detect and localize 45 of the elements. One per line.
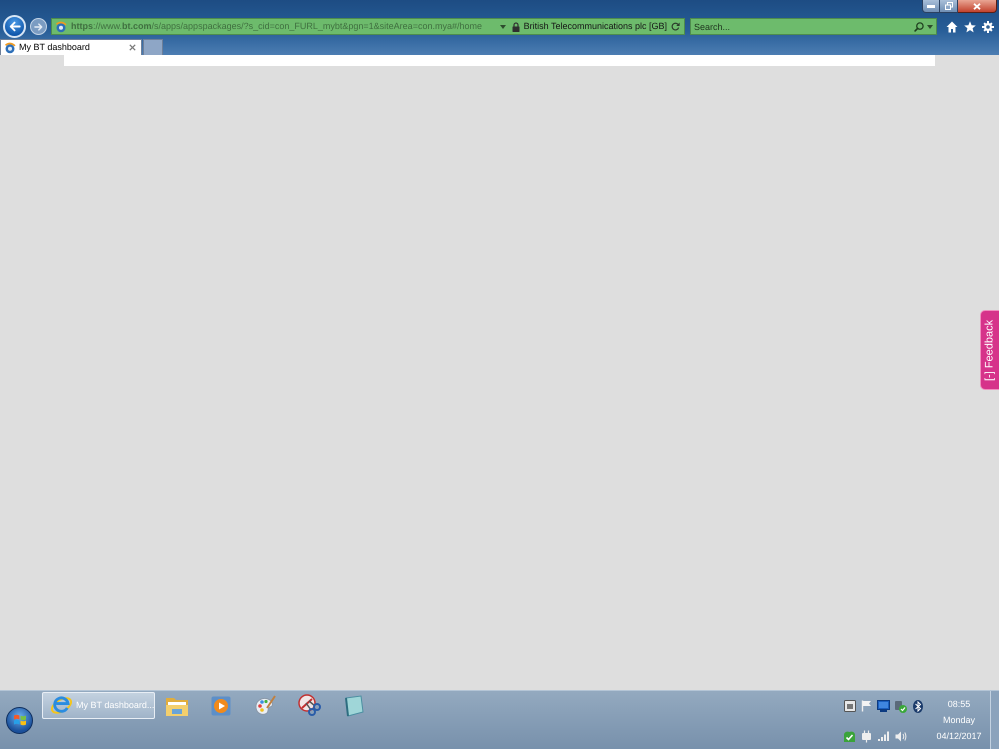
close-icon [973, 2, 981, 10]
clock-day[interactable]: Monday [942, 712, 976, 728]
speaker-icon[interactable] [894, 730, 906, 742]
flag-icon [12, 713, 26, 727]
scissors-icon[interactable] [297, 694, 321, 718]
minimize-button[interactable] [922, 0, 940, 13]
caret-down-icon[interactable] [927, 24, 933, 28]
arrow-left-icon [8, 21, 20, 32]
site-identity-text[interactable]: British Telecommunications plc [GB] [524, 22, 667, 31]
search-field[interactable]: Search... [690, 18, 937, 35]
start-button[interactable] [6, 706, 33, 734]
lock-icon [512, 22, 520, 32]
signal-bars-icon[interactable] [878, 731, 890, 741]
arrow-right-icon [34, 22, 43, 30]
check-icon[interactable] [843, 730, 856, 742]
restore-button[interactable] [940, 0, 958, 13]
globe-icon [4, 42, 16, 54]
monitor-icon[interactable] [877, 700, 890, 712]
search-icon[interactable] [914, 22, 924, 32]
folder-icon[interactable] [165, 695, 189, 717]
settings-icon[interactable] [982, 20, 994, 32]
forward-button[interactable] [30, 18, 47, 35]
refresh-icon[interactable] [671, 22, 680, 31]
url-text: https://www.bt.com/s/apps/appspackages/?s_cid=con_FURL_mybt&pgn=1&siteArea=con.mya#/home [71, 22, 483, 31]
bluetooth-icon[interactable] [912, 700, 922, 712]
feedback-tab[interactable]: [-] Feedback [980, 310, 999, 390]
star-icon[interactable] [964, 20, 976, 32]
browser-tab[interactable]: My BT dashboard [0, 39, 142, 55]
notepad-icon[interactable] [342, 695, 364, 717]
close-tab-icon[interactable] [129, 44, 136, 51]
caret-down-icon[interactable] [500, 24, 506, 28]
play-icon[interactable] [211, 696, 231, 716]
address-bar[interactable]: https://www.bt.com/s/apps/appspackages/?s_cid=con_FURL_mybt&pgn=1&siteArea=con.mya#/home British Telecommunications plc [GB] [51, 18, 685, 35]
window-icon[interactable] [844, 700, 856, 712]
back-button[interactable] [3, 15, 26, 38]
close-button[interactable] [958, 0, 997, 13]
device-check-icon[interactable] [894, 700, 907, 712]
clock-date[interactable]: 04/12/2017 [936, 728, 982, 744]
restore-icon [944, 2, 952, 10]
home-icon[interactable] [946, 20, 958, 32]
power-plug-icon[interactable] [861, 730, 872, 742]
palette-icon[interactable] [253, 694, 277, 718]
globe-icon [55, 20, 67, 32]
minimize-icon [927, 4, 935, 8]
clock-time[interactable]: 08:55 [948, 696, 970, 712]
